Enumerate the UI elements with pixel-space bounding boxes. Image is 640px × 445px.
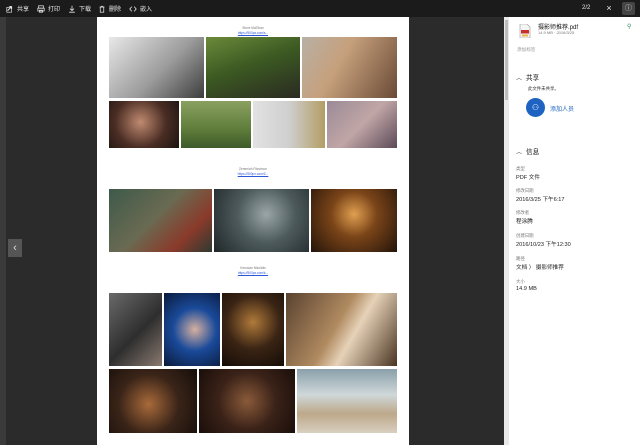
download-label: 下载: [79, 7, 92, 13]
photo: [109, 101, 179, 148]
info-value-size: 14.9 MB: [516, 286, 537, 292]
photo: [286, 293, 397, 366]
photographer-link[interactable]: https://500px.com/s...: [97, 31, 409, 35]
photo: [311, 189, 397, 252]
info-label-modified-by: 修改者: [516, 210, 530, 215]
delete-button[interactable]: 删除: [98, 0, 121, 17]
info-value-modified-by: 程涂腾: [516, 219, 533, 225]
share-label: 共享: [17, 7, 30, 13]
info-value-created: 2016/10/23 下午12:30: [516, 242, 571, 248]
add-person-icon[interactable]: ⚇: [526, 98, 545, 117]
photographer-name: Steve McElhan: [242, 26, 264, 30]
print-button[interactable]: 打印: [37, 0, 60, 17]
share-section-title: 共享: [526, 75, 540, 82]
photographer-link[interactable]: https://500px.com/k...: [97, 271, 409, 275]
top-toolbar: 共享 打印 下载 删除 嵌入 2/2 × ⓘ: [0, 0, 640, 17]
download-icon: [69, 5, 75, 13]
add-person-button[interactable]: 添加人员: [550, 104, 574, 113]
info-label-size: 大小: [516, 279, 525, 284]
info-button[interactable]: ⓘ: [622, 2, 635, 15]
pdf-page: Steve McElhan https://500px.com/s... Zer…: [97, 17, 409, 445]
printer-icon: [37, 4, 45, 13]
photo: [302, 37, 397, 98]
photo: [164, 293, 220, 366]
panel-scrollbar-thumb[interactable]: [505, 20, 508, 100]
info-value-modified: 2016/3/25 下午6:17: [516, 197, 565, 203]
photo: [206, 37, 300, 98]
photo: [253, 101, 325, 148]
pin-icon[interactable]: ⚲: [627, 23, 631, 30]
info-label-path: 路径: [516, 256, 525, 261]
info-label-modified: 修改日期: [516, 188, 534, 193]
trash-icon: [99, 5, 105, 13]
add-tag-link[interactable]: 添加标签: [517, 47, 535, 53]
share-icon: [6, 5, 13, 13]
photo: [109, 369, 197, 433]
print-label: 打印: [48, 7, 61, 13]
left-scroll-strip[interactable]: [0, 17, 6, 445]
photographer-name: Zeremiah Fitzsimon: [239, 167, 267, 171]
photographer-link[interactable]: https://500px.com/Z...: [97, 172, 409, 176]
photo: [214, 189, 309, 252]
photo: [222, 293, 284, 366]
photo: [109, 189, 212, 252]
photo: [297, 369, 397, 433]
embed-label: 嵌入: [140, 7, 153, 13]
embed-button[interactable]: 嵌入: [129, 0, 152, 17]
photo: [109, 293, 162, 366]
previous-page-button[interactable]: ‹: [8, 239, 22, 257]
info-section-toggle[interactable]: ︿ 信息: [516, 146, 539, 156]
file-meta: 14.9 MB · 2016/3/25: [538, 30, 575, 35]
chevron-up-icon: ︿: [516, 149, 523, 156]
path-breadcrumb[interactable]: 文档 〉 摄影师推荐: [516, 263, 564, 271]
code-icon: [129, 5, 137, 12]
photo: [181, 101, 251, 148]
share-status-text: 此文件未共享。: [528, 86, 559, 91]
chevron-left-icon: ‹: [13, 242, 17, 254]
info-value-type: PDF 文件: [516, 175, 540, 181]
download-button[interactable]: 下载: [68, 0, 91, 17]
chevron-up-icon: ︿: [516, 75, 523, 82]
page-indicator: 2/2: [582, 5, 591, 11]
photographer-name: Kerusian Nikolidis: [240, 266, 266, 270]
photo: [327, 101, 397, 148]
info-label-created: 创建日期: [516, 233, 534, 238]
close-button[interactable]: ×: [603, 2, 615, 14]
delete-label: 删除: [109, 7, 122, 13]
photo: [199, 369, 295, 433]
info-section-title: 信息: [526, 149, 540, 156]
photo: [109, 37, 204, 98]
info-label-type: 类型: [516, 166, 525, 171]
pdf-file-icon: [519, 24, 531, 38]
share-section-toggle[interactable]: ︿ 共享: [516, 72, 539, 82]
share-button[interactable]: 共享: [6, 0, 29, 17]
